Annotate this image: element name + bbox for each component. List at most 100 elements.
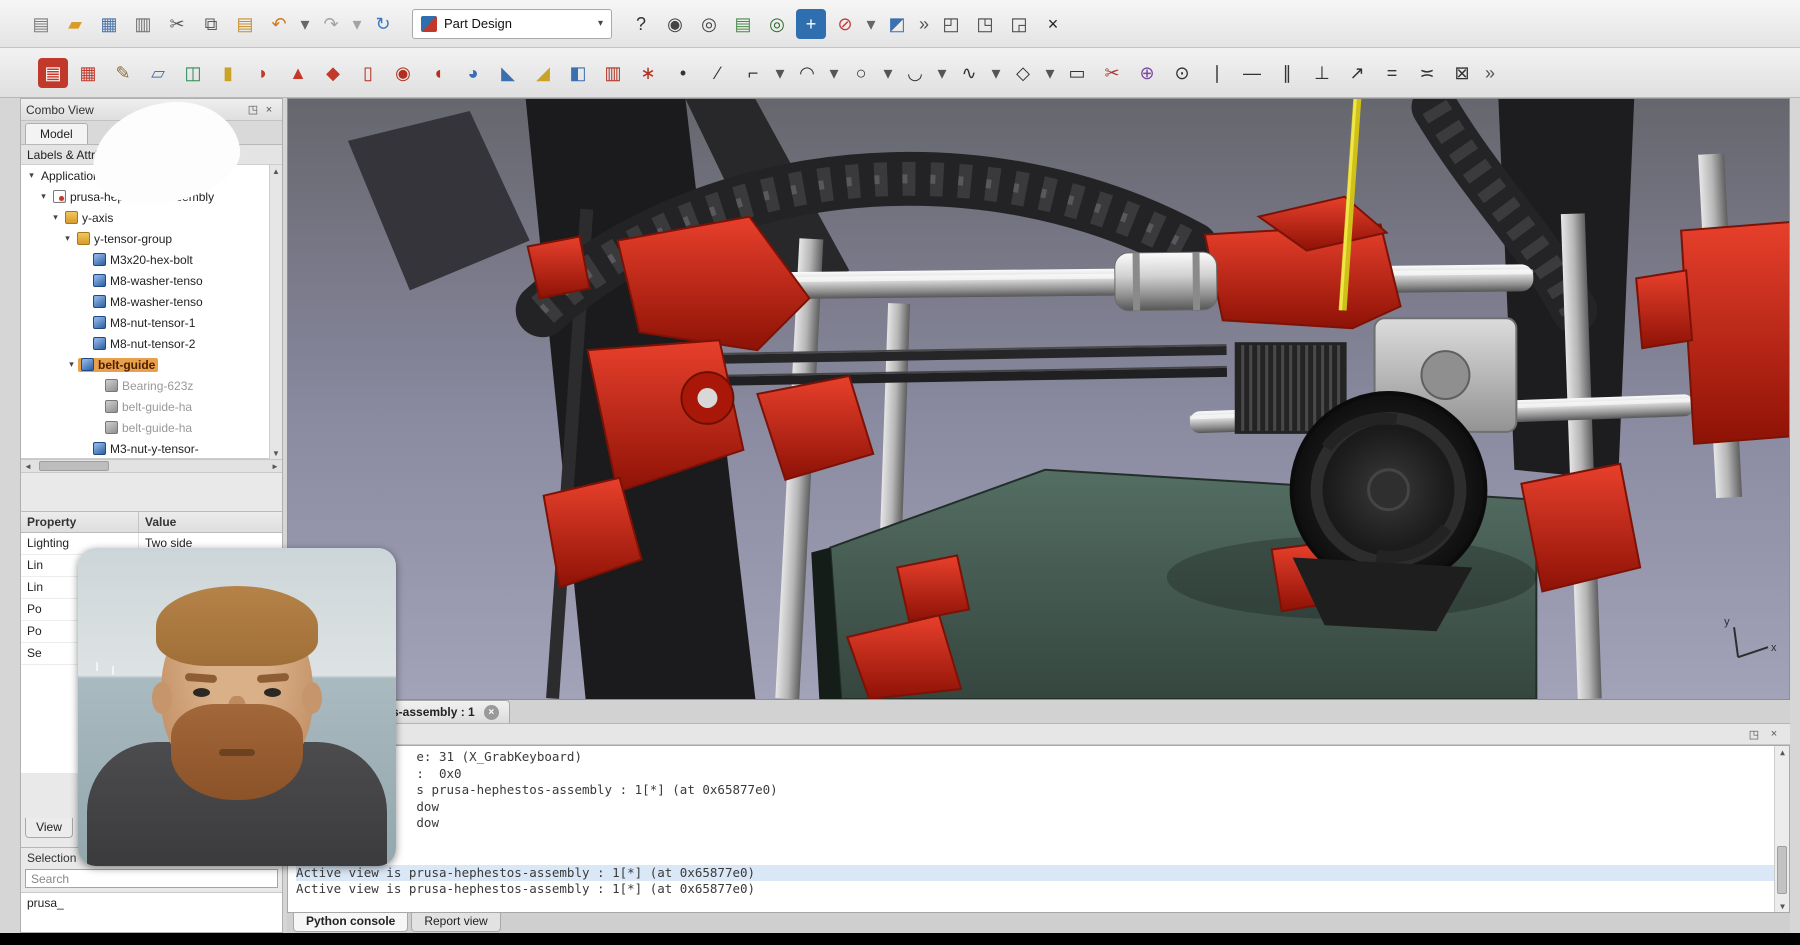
tree-expander-icon[interactable]: ▾ — [49, 212, 62, 223]
constraint-symmetric-button[interactable]: ≍ — [1412, 58, 1442, 88]
tree-item-belt-guide-ha-2[interactable]: belt-guide-ha — [21, 417, 282, 438]
3d-scene[interactable]: x y — [288, 99, 1789, 699]
tab-view[interactable]: View — [25, 818, 73, 838]
undo-button[interactable]: ↶ — [264, 9, 294, 39]
bspline-tool-button[interactable]: ∿ — [954, 58, 984, 88]
tab-report-view[interactable]: Report view — [411, 913, 500, 932]
console-dock-titlebar[interactable]: ◳ × — [287, 724, 1790, 745]
tab-python-console[interactable]: Python console — [293, 913, 408, 932]
tree-item-y-tensor-group[interactable]: ▾ y-tensor-group — [21, 228, 282, 249]
tree-item-m3-nut-y-tensor[interactable]: M3-nut-y-tensor- — [21, 438, 282, 459]
box-selection-button[interactable]: ◳ — [970, 9, 1000, 39]
open-document-button[interactable]: ▰ — [60, 9, 90, 39]
selection-list-item[interactable]: prusa_ — [21, 893, 282, 913]
tree-item-m8-nut-tensor-2[interactable]: M8-nut-tensor-2 — [21, 333, 282, 354]
tree-item-m8-washer-tensor-2[interactable]: M8-washer-tenso — [21, 291, 282, 312]
polar-pattern-button[interactable]: ∗ — [633, 58, 663, 88]
additive-pipe-button[interactable]: ◆ — [318, 58, 348, 88]
circle-tool-button[interactable]: ○ — [846, 58, 876, 88]
constraint-block-button[interactable]: ⊠ — [1447, 58, 1477, 88]
datum-plane-button[interactable]: ◫ — [178, 58, 208, 88]
constraint-parallel-button[interactable]: ∥ — [1272, 58, 1302, 88]
tree-expander-icon[interactable]: ▾ — [37, 191, 50, 202]
map-sketch-button[interactable]: ▱ — [143, 58, 173, 88]
conic-dropdown-caret[interactable]: ▾ — [935, 58, 949, 88]
conic-tool-button[interactable]: ◡ — [900, 58, 930, 88]
polyline-dropdown-caret[interactable]: ▾ — [773, 58, 787, 88]
console-scrollbar[interactable]: ▲ ▼ — [1774, 746, 1789, 912]
selection-search-input[interactable] — [25, 869, 278, 888]
redo-button[interactable]: ↷ — [316, 9, 346, 39]
tree-expander-icon[interactable]: ▾ — [65, 359, 78, 370]
linear-pattern-button[interactable]: ▥ — [598, 58, 628, 88]
polygon-dropdown-caret[interactable]: ▾ — [1043, 58, 1057, 88]
refresh-button[interactable]: ↻ — [368, 9, 398, 39]
axonometric-view-button[interactable]: ◩ — [882, 9, 912, 39]
pocket-button[interactable]: ▯ — [353, 58, 383, 88]
bspline-dropdown-caret[interactable]: ▾ — [989, 58, 1003, 88]
save-document-button[interactable]: ▦ — [94, 9, 124, 39]
clipping-dropdown-caret[interactable]: ▾ — [864, 9, 878, 39]
polygon-tool-button[interactable]: ◇ — [1008, 58, 1038, 88]
scrollbar-thumb[interactable] — [39, 461, 109, 471]
toolbar-overflow-button[interactable]: » — [1482, 58, 1498, 88]
macro-record-button[interactable]: ◉ — [660, 9, 690, 39]
additive-loft-button[interactable]: ▲ — [283, 58, 313, 88]
close-icon[interactable]: × — [484, 705, 499, 720]
polyline-tool-button[interactable]: ⌐ — [738, 58, 768, 88]
constraint-perpendicular-button[interactable]: ⊥ — [1307, 58, 1337, 88]
scroll-down-icon[interactable]: ▼ — [269, 447, 283, 459]
hole-button[interactable]: ◉ — [388, 58, 418, 88]
scroll-up-icon[interactable]: ▲ — [269, 165, 283, 177]
constraint-vertical-button[interactable]: ∣ — [1202, 58, 1232, 88]
constraint-equal-button[interactable]: = — [1377, 58, 1407, 88]
scroll-down-icon[interactable]: ▼ — [1775, 900, 1790, 912]
cut-button[interactable]: ✂ — [162, 9, 192, 39]
create-body-button[interactable]: ▤ — [38, 58, 68, 88]
new-document-button[interactable]: ▤ — [26, 9, 56, 39]
point-tool-button[interactable]: • — [668, 58, 698, 88]
tree-item-belt-guide-ha-1[interactable]: belt-guide-ha — [21, 396, 282, 417]
3d-viewport[interactable]: x y — [287, 98, 1790, 700]
view-overflow-button[interactable]: » — [916, 9, 932, 39]
close-panel-icon[interactable]: × — [1766, 726, 1782, 742]
tree-item-m8-nut-tensor-1[interactable]: M8-nut-tensor-1 — [21, 312, 282, 333]
pad-button[interactable]: ▮ — [213, 58, 243, 88]
workbench-selector[interactable]: Part Design ▾ — [412, 9, 612, 39]
groove-button[interactable]: ◖ — [423, 58, 453, 88]
edit-sketch-button[interactable]: ✎ — [108, 58, 138, 88]
tree-item-y-axis[interactable]: ▾ y-axis — [21, 207, 282, 228]
fillet-button[interactable]: ◕ — [458, 58, 488, 88]
zoom-to-selection-button[interactable]: + — [796, 9, 826, 39]
tree-item-m8-washer-tensor-1[interactable]: M8-washer-tenso — [21, 270, 282, 291]
macro-edit-button[interactable]: ▤ — [728, 9, 758, 39]
scroll-left-icon[interactable]: ◄ — [21, 460, 35, 472]
box-element-selection-button[interactable]: ◰ — [936, 9, 966, 39]
python-console[interactable]: e: 31 (X_GrabKeyboard) : 0x0 s prusa-hep… — [287, 745, 1790, 913]
create-sketch-button[interactable]: ▦ — [73, 58, 103, 88]
constraint-horizontal-button[interactable]: ― — [1237, 58, 1267, 88]
lasso-element-selection-button[interactable]: ◲ — [1004, 9, 1034, 39]
chamfer-button[interactable]: ◣ — [493, 58, 523, 88]
macro-stop-button[interactable]: ◎ — [694, 9, 724, 39]
draft-button[interactable]: ◢ — [528, 58, 558, 88]
delete-selection-button[interactable]: × — [1038, 9, 1068, 39]
tree-horizontal-scrollbar[interactable]: ◄ ► — [21, 459, 282, 473]
constraint-tangent-button[interactable]: ↗ — [1342, 58, 1372, 88]
trim-tool-button[interactable]: ✂ — [1097, 58, 1127, 88]
tree-item-bearing-623z[interactable]: Bearing-623z — [21, 375, 282, 396]
tree-item-m3x20-hex-bolt[interactable]: M3x20-hex-bolt — [21, 249, 282, 270]
clipping-plane-button[interactable]: ⊘ — [830, 9, 860, 39]
circle-dropdown-caret[interactable]: ▾ — [881, 58, 895, 88]
scroll-up-icon[interactable]: ▲ — [1775, 746, 1790, 758]
float-panel-icon[interactable]: ◳ — [245, 102, 261, 118]
tree-item-belt-guide[interactable]: ▾ belt-guide — [21, 354, 282, 375]
line-tool-button[interactable]: ∕ — [703, 58, 733, 88]
scroll-right-icon[interactable]: ► — [268, 460, 282, 472]
external-geometry-button[interactable]: ⊕ — [1132, 58, 1162, 88]
tree-vertical-scrollbar[interactable]: ▲ ▼ — [269, 165, 282, 459]
constraint-coincident-button[interactable]: ⊙ — [1167, 58, 1197, 88]
tree-expander-icon[interactable]: ▾ — [61, 233, 74, 244]
whats-this-button[interactable]: ? — [626, 9, 656, 39]
arc-tool-button[interactable]: ◠ — [792, 58, 822, 88]
